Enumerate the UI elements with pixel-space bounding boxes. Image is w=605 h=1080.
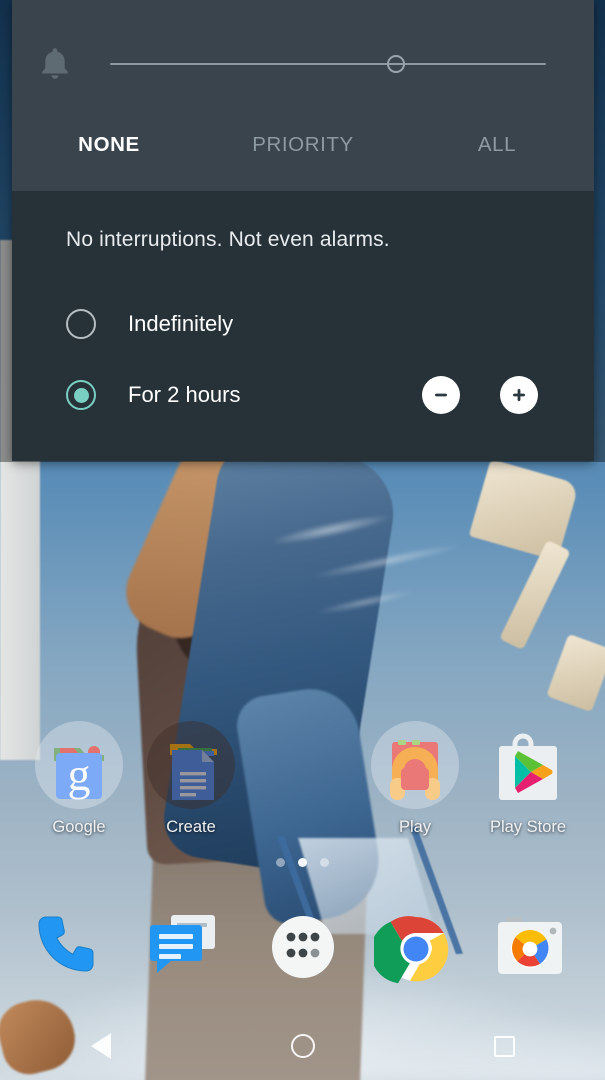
app-play-store[interactable]: Play Store xyxy=(468,718,588,837)
folder-background xyxy=(147,721,235,809)
back-button[interactable] xyxy=(0,1012,202,1080)
notification-bell-icon[interactable] xyxy=(12,45,98,83)
volume-slider-row xyxy=(12,38,594,90)
folder-background xyxy=(371,721,459,809)
zen-mode-tabs: NONE PRIORITY ALL xyxy=(12,112,594,178)
dock xyxy=(0,895,605,995)
option-duration[interactable]: For 2 hours xyxy=(66,367,566,423)
camera-icon xyxy=(488,903,572,987)
back-triangle-icon xyxy=(90,1033,111,1059)
home-button[interactable] xyxy=(202,1012,404,1080)
home-circle-icon xyxy=(290,1034,315,1058)
tab-none[interactable]: NONE xyxy=(12,112,206,178)
play-store-icon xyxy=(481,718,575,812)
volume-slider-track xyxy=(110,63,546,65)
create-folder-icon xyxy=(144,718,238,812)
android-home-screen: NONE PRIORITY ALL No interruptions. Not … xyxy=(0,0,605,1080)
tab-all[interactable]: ALL xyxy=(400,112,594,178)
page-dot[interactable] xyxy=(276,858,285,867)
page-dot-active[interactable] xyxy=(298,858,307,867)
tab-priority[interactable]: PRIORITY xyxy=(206,112,400,178)
app-label-play-store: Play Store xyxy=(489,818,567,836)
app-label-create: Create xyxy=(166,818,216,836)
page-indicator xyxy=(0,858,605,867)
app-drawer-icon xyxy=(261,903,345,987)
phone-icon xyxy=(26,903,110,987)
option-indefinitely[interactable]: Indefinitely xyxy=(66,296,566,352)
option-label-indefinitely: Indefinitely xyxy=(128,311,234,336)
navigation-bar xyxy=(0,1012,605,1080)
messenger-icon xyxy=(141,903,225,987)
home-app-row: g Google Create Play Play Store xyxy=(0,700,605,860)
recents-square-icon xyxy=(493,1035,515,1057)
volume-slider-thumb[interactable] xyxy=(387,55,405,73)
dock-phone[interactable] xyxy=(18,895,118,995)
app-google[interactable]: g Google xyxy=(19,718,139,837)
app-play[interactable]: Play xyxy=(355,718,475,837)
folder-background xyxy=(35,721,123,809)
zen-mode-description: No interruptions. Not even alarms. xyxy=(66,228,390,251)
dock-camera[interactable] xyxy=(480,895,580,995)
plus-circle-icon[interactable] xyxy=(500,376,538,414)
zen-mode-panel: NONE PRIORITY ALL No interruptions. Not … xyxy=(12,0,594,461)
app-label-google: Google xyxy=(52,818,106,836)
radio-indefinitely[interactable] xyxy=(66,309,96,339)
option-label-duration: For 2 hours xyxy=(128,382,241,407)
dock-chrome[interactable] xyxy=(366,895,466,995)
app-label-play: Play xyxy=(398,818,432,836)
google-folder-icon: g xyxy=(32,718,126,812)
volume-slider[interactable] xyxy=(98,38,546,90)
radio-duration[interactable] xyxy=(66,380,96,410)
minus-circle-icon[interactable] xyxy=(422,376,460,414)
duration-stepper xyxy=(422,367,538,423)
recents-button[interactable] xyxy=(403,1012,605,1080)
chrome-icon xyxy=(370,903,458,987)
dock-app-drawer[interactable] xyxy=(253,895,353,995)
dock-messenger[interactable] xyxy=(133,895,233,995)
app-create[interactable]: Create xyxy=(131,718,251,837)
page-dot[interactable] xyxy=(320,858,329,867)
play-folder-icon xyxy=(368,718,462,812)
